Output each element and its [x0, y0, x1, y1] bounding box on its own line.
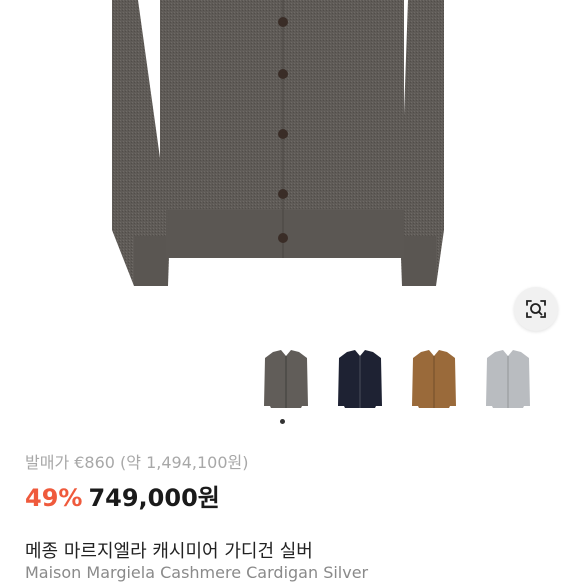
- visual-search-button[interactable]: [514, 287, 558, 331]
- lens-search-icon: [526, 300, 546, 318]
- thumbnail-brown[interactable]: [409, 346, 459, 414]
- color-thumbnails: [0, 346, 571, 416]
- cardigan-thumbnail: [264, 350, 308, 408]
- thumbnail-navy[interactable]: [335, 346, 385, 414]
- price-row: 49% 749,000원: [25, 478, 220, 513]
- cardigan-thumbnail: [338, 350, 382, 408]
- carousel-dot-active: [280, 419, 285, 424]
- product-subtitle: Maison Margiela Cashmere Cardigan Silver: [25, 563, 369, 582]
- thumbnail-gray[interactable]: [261, 346, 311, 414]
- main-product-image[interactable]: [0, 0, 571, 340]
- discount-rate: 49%: [25, 484, 83, 512]
- retail-price: 발매가 €860 (약 1,494,100원): [25, 453, 249, 472]
- carousel-indicator: [280, 419, 285, 424]
- cardigan-thumbnail: [486, 350, 530, 408]
- product-title: 메종 마르지엘라 캐시미어 가디건 실버: [25, 541, 313, 562]
- cardigan-thumbnail: [412, 350, 456, 408]
- sale-price: 749,000원: [88, 484, 220, 512]
- thumbnail-silver[interactable]: [483, 346, 533, 414]
- cardigan-image: [112, 0, 444, 286]
